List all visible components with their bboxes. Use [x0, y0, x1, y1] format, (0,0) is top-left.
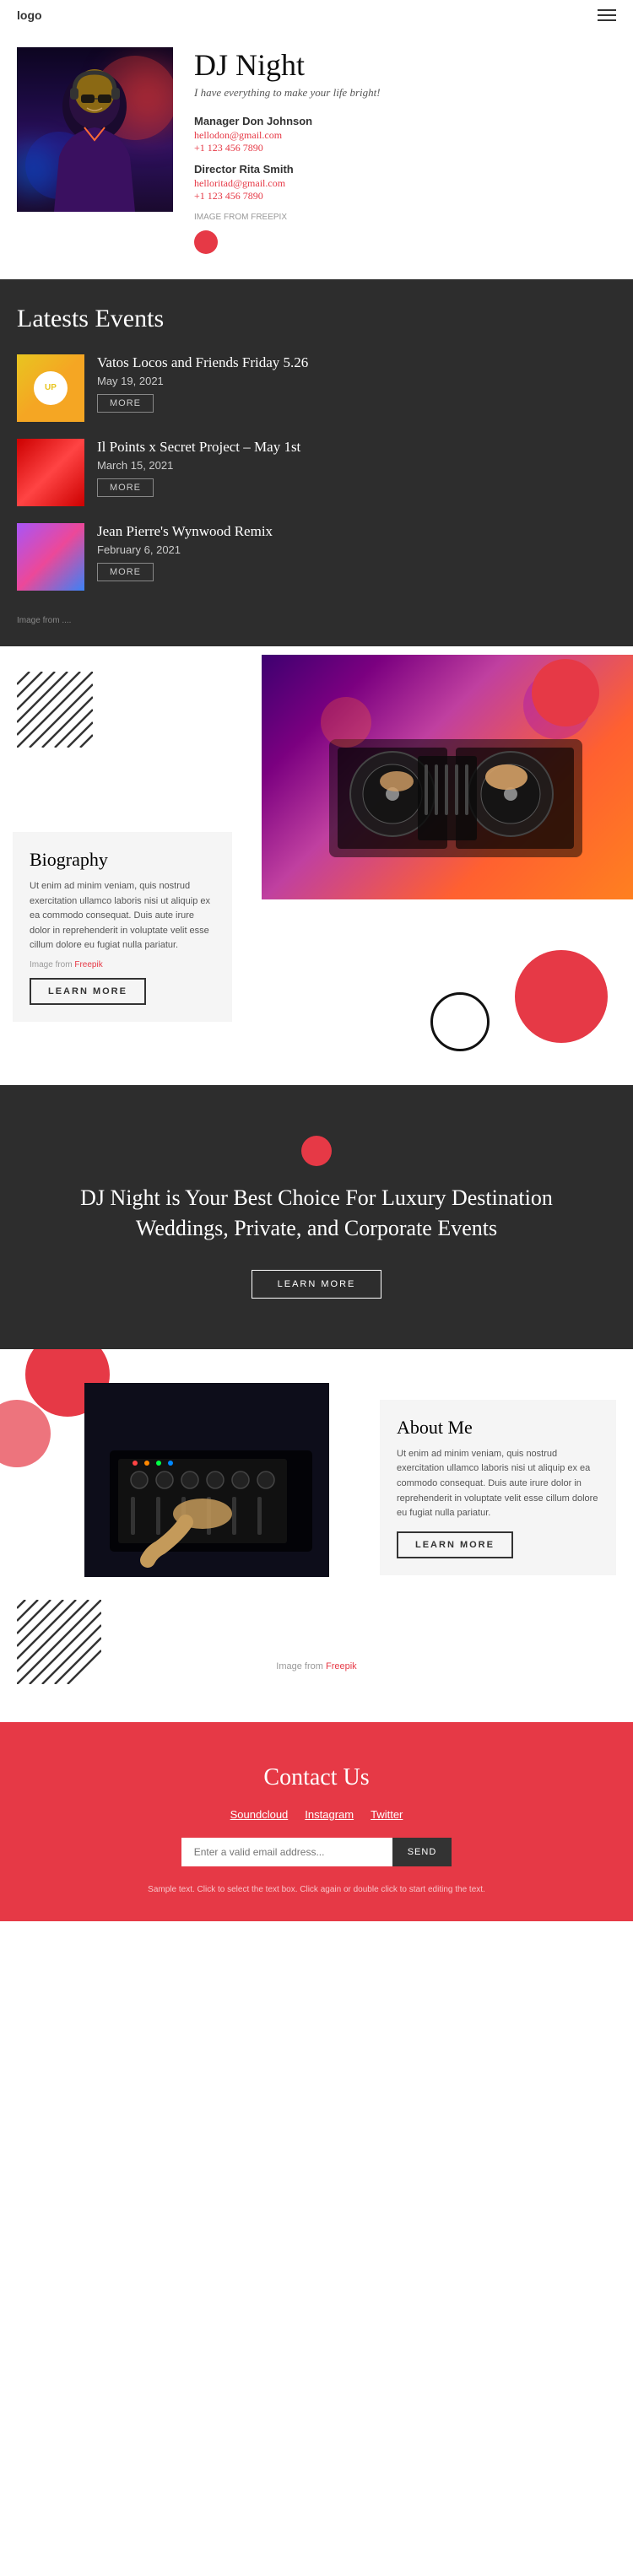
email-input[interactable] [181, 1838, 392, 1866]
hero-image-credit: IMAGE FROM FREEPIX [194, 213, 616, 222]
hero-title: DJ Night [194, 47, 616, 83]
twitter-link[interactable]: Twitter [371, 1808, 403, 1821]
bio-lines-decoration [17, 672, 93, 752]
event-date-1: May 19, 2021 [97, 375, 616, 387]
hero-image [17, 47, 173, 212]
contact-form: SEND [17, 1838, 616, 1866]
event-title-1: Vatos Locos and Friends Friday 5.26 [97, 354, 616, 371]
bio-red-circle-bottom [515, 950, 608, 1043]
events-image-credit: Image from .... [17, 608, 616, 629]
event-thumbnail-3 [17, 523, 84, 591]
manager-email[interactable]: hellodon@gmail.com [194, 129, 616, 142]
about-title: About Me [397, 1417, 599, 1439]
event-title-3: Jean Pierre's Wynwood Remix [97, 523, 616, 540]
logo: logo [17, 8, 42, 22]
events-section: Latests Events UP Vatos Locos and Friend… [0, 279, 633, 646]
bio-black-circle [430, 992, 490, 1051]
biography-title: Biography [30, 849, 215, 871]
director-email[interactable]: helloritad@gmail.com [194, 177, 616, 190]
director-info: Director Rita Smith helloritad@gmail.com… [194, 163, 616, 203]
manager-phone: +1 123 456 7890 [194, 142, 616, 154]
instagram-link[interactable]: Instagram [305, 1808, 354, 1821]
manager-label: Manager Don Johnson [194, 115, 616, 127]
director-label: Director Rita Smith [194, 163, 616, 176]
event-item: Jean Pierre's Wynwood Remix February 6, … [17, 523, 616, 591]
navbar: logo [0, 0, 633, 30]
about-freepik-link[interactable]: Freepik [326, 1661, 357, 1671]
contact-footer-text: Sample text. Click to select the text bo… [17, 1883, 616, 1896]
bio-learn-more-btn[interactable]: LEARN MORE [30, 978, 146, 1005]
biography-section: Biography Ut enim ad minim veniam, quis … [0, 646, 633, 1085]
manager-info: Manager Don Johnson hellodon@gmail.com +… [194, 115, 616, 154]
biography-content-box: Biography Ut enim ad minim veniam, quis … [13, 832, 232, 1022]
about-content-box: About Me Ut enim ad minim veniam, quis n… [380, 1400, 616, 1575]
about-lines-decoration [17, 1600, 101, 1688]
contact-title: Contact Us [17, 1764, 616, 1791]
event-more-btn-3[interactable]: MORE [97, 563, 154, 581]
hero-red-dot [194, 230, 218, 254]
about-learn-more-btn[interactable]: LEARN MORE [397, 1531, 513, 1558]
send-button[interactable]: SEND [392, 1838, 452, 1866]
director-phone: +1 123 456 7890 [194, 190, 616, 203]
event-thumbnail-1: UP [17, 354, 84, 422]
bio-red-circle-top [532, 659, 599, 726]
events-title: Latests Events [17, 305, 616, 333]
event-more-btn-2[interactable]: MORE [97, 478, 154, 497]
event-date-3: February 6, 2021 [97, 543, 616, 556]
contact-section: Contact Us Soundcloud Instagram Twitter … [0, 1722, 633, 1921]
promo-title: DJ Night is Your Best Choice For Luxury … [68, 1183, 565, 1245]
event-thumbnail-2 [17, 439, 84, 506]
promo-red-circle [301, 1136, 332, 1166]
event-info-1: Vatos Locos and Friends Friday 5.26 May … [97, 354, 616, 413]
event-info-2: Il Points x Secret Project – May 1st Mar… [97, 439, 616, 497]
hero-section: DJ Night I have everything to make your … [0, 30, 633, 279]
menu-button[interactable] [598, 9, 616, 21]
bio-image-credit: Image from Freepik [30, 960, 215, 969]
event-date-2: March 15, 2021 [97, 459, 616, 472]
about-dj-image [84, 1383, 329, 1577]
hero-content: DJ Night I have everything to make your … [173, 47, 616, 254]
event-more-btn-1[interactable]: MORE [97, 394, 154, 413]
about-section: About Me Ut enim ad minim veniam, quis n… [0, 1349, 633, 1722]
about-text: Ut enim ad minim veniam, quis nostrud ex… [397, 1447, 599, 1521]
promo-learn-more-btn[interactable]: LEARN MORE [252, 1270, 382, 1299]
event-title-2: Il Points x Secret Project – May 1st [97, 439, 616, 456]
event-item: UP Vatos Locos and Friends Friday 5.26 M… [17, 354, 616, 422]
contact-social-links: Soundcloud Instagram Twitter [17, 1808, 616, 1821]
event-info-3: Jean Pierre's Wynwood Remix February 6, … [97, 523, 616, 581]
soundcloud-link[interactable]: Soundcloud [230, 1808, 289, 1821]
promo-section: DJ Night is Your Best Choice For Luxury … [0, 1085, 633, 1349]
bio-freepik-link[interactable]: Freepik [74, 960, 102, 969]
event-item: Il Points x Secret Project – May 1st Mar… [17, 439, 616, 506]
hero-subtitle: I have everything to make your life brig… [194, 86, 616, 100]
biography-text: Ut enim ad minim veniam, quis nostrud ex… [30, 879, 215, 953]
